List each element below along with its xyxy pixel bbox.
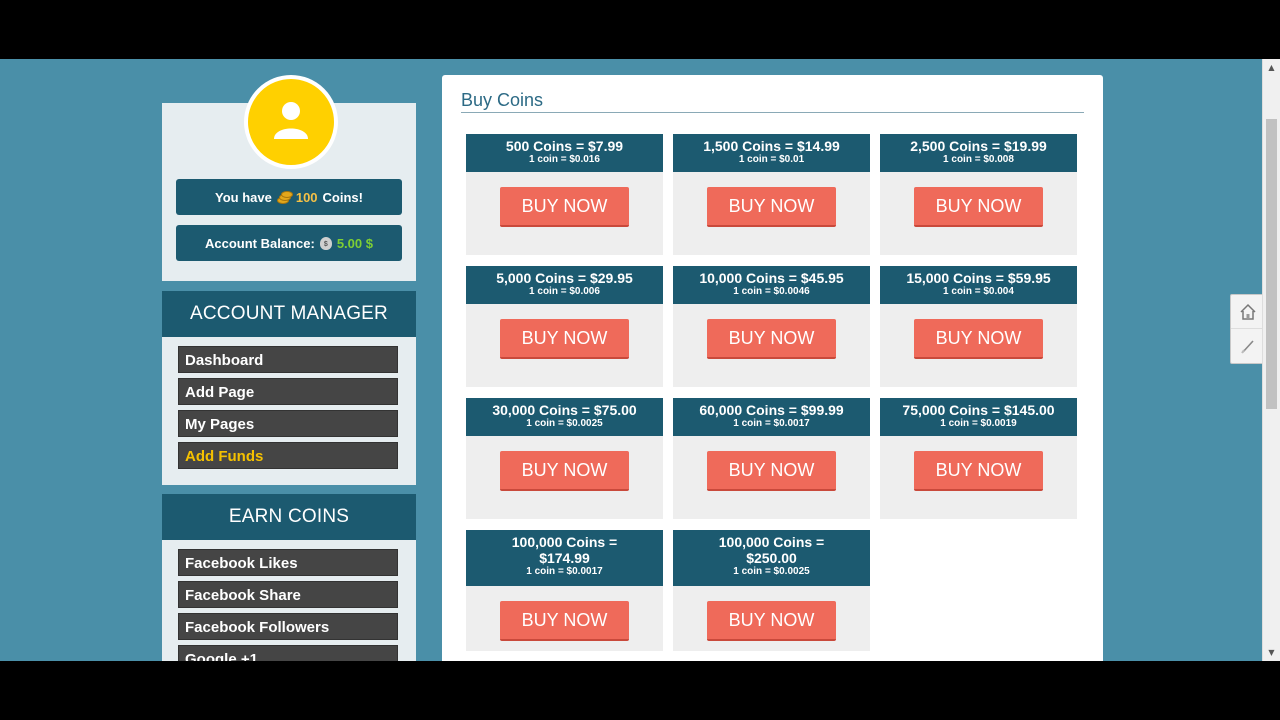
scroll-up-icon[interactable]: ▲	[1263, 59, 1280, 76]
coin-package: 5,000 Coins = $29.95 1 coin = $0.006 BUY…	[466, 266, 663, 387]
buy-now-button[interactable]: BUY NOW	[707, 319, 836, 359]
edit-icon[interactable]	[1231, 328, 1264, 362]
coin-package: 100,000 Coins = $250.00 1 coin = $0.0025…	[673, 530, 870, 651]
buy-coins-panel: Buy Coins 500 Coins = $7.99 1 coin = $0.…	[442, 75, 1103, 661]
buy-now-button[interactable]: BUY NOW	[707, 187, 836, 227]
buy-now-button[interactable]: BUY NOW	[500, 601, 629, 641]
account-manager-panel: ACCOUNT MANAGER Dashboard Add Page My Pa…	[162, 291, 416, 485]
menu-item-google-plus[interactable]: Google +1	[178, 645, 398, 661]
buy-now-button[interactable]: BUY NOW	[914, 451, 1043, 491]
package-title-line2: $174.99	[539, 550, 590, 566]
account-balance-pill: Account Balance: $ 5.00 $	[176, 225, 402, 261]
balance-value: 5.00 $	[336, 235, 373, 251]
menu-item-add-page[interactable]: Add Page	[178, 378, 398, 405]
menu-item-facebook-followers[interactable]: Facebook Followers	[178, 613, 398, 640]
coin-package: 1,500 Coins = $14.99 1 coin = $0.01 BUY …	[673, 134, 870, 255]
coins-prefix: You have	[215, 189, 272, 205]
page-viewport: You have 100 Coins! Account Balance: $ 5…	[0, 59, 1280, 661]
coin-package: 500 Coins = $7.99 1 coin = $0.016 BUY NO…	[466, 134, 663, 255]
coin-package: 2,500 Coins = $19.99 1 coin = $0.008 BUY…	[880, 134, 1077, 255]
buy-now-button[interactable]: BUY NOW	[707, 451, 836, 491]
menu-item-my-pages[interactable]: My Pages	[178, 410, 398, 437]
vertical-scrollbar[interactable]: ▲ ▼	[1262, 59, 1280, 661]
menu-item-add-funds[interactable]: Add Funds	[178, 442, 398, 469]
menu-item-facebook-likes[interactable]: Facebook Likes	[178, 549, 398, 576]
package-title: 15,000 Coins = $59.95	[906, 270, 1051, 286]
balance-label: Account Balance:	[205, 235, 315, 251]
package-rate: 1 coin = $0.0019	[940, 418, 1017, 429]
package-title: 75,000 Coins = $145.00	[902, 402, 1055, 418]
buy-now-button[interactable]: BUY NOW	[500, 187, 629, 227]
home-icon[interactable]	[1231, 295, 1264, 328]
package-rate: 1 coin = $0.016	[529, 154, 600, 165]
coin-package: 75,000 Coins = $145.00 1 coin = $0.0019 …	[880, 398, 1077, 519]
buy-now-button[interactable]: BUY NOW	[500, 319, 629, 359]
coins-balance-pill: You have 100 Coins!	[176, 179, 402, 215]
package-title: 60,000 Coins = $99.99	[699, 402, 844, 418]
package-title: 500 Coins = $7.99	[505, 138, 624, 154]
package-title: 30,000 Coins = $75.00	[492, 402, 637, 418]
package-title: 10,000 Coins = $45.95	[699, 270, 844, 286]
package-rate: 1 coin = $0.008	[943, 154, 1014, 165]
package-rate: 1 coin = $0.0046	[733, 286, 810, 297]
scroll-thumb[interactable]	[1266, 119, 1277, 409]
package-title: 2,500 Coins = $19.99	[910, 138, 1047, 154]
package-rate: 1 coin = $0.004	[943, 286, 1014, 297]
scroll-down-icon[interactable]: ▼	[1263, 644, 1280, 661]
side-widget	[1230, 294, 1265, 364]
account-manager-title: ACCOUNT MANAGER	[162, 291, 416, 337]
coin-package: 60,000 Coins = $99.99 1 coin = $0.0017 B…	[673, 398, 870, 519]
package-rate: 1 coin = $0.0025	[526, 418, 603, 429]
coin-package: 15,000 Coins = $59.95 1 coin = $0.004 BU…	[880, 266, 1077, 387]
menu-item-dashboard[interactable]: Dashboard	[178, 346, 398, 373]
package-rate: 1 coin = $0.0017	[526, 566, 603, 577]
package-title: 1,500 Coins = $14.99	[703, 138, 840, 154]
buy-now-button[interactable]: BUY NOW	[914, 187, 1043, 227]
package-title-line2: $250.00	[746, 550, 797, 566]
earn-coins-panel: EARN COINS Facebook Likes Facebook Share…	[162, 494, 416, 661]
coin-package: 10,000 Coins = $45.95 1 coin = $0.0046 B…	[673, 266, 870, 387]
page-title: Buy Coins	[461, 90, 544, 110]
package-rate: 1 coin = $0.006	[529, 286, 600, 297]
package-title-line1: 100,000 Coins =	[511, 534, 618, 550]
user-icon	[274, 102, 308, 139]
package-rate: 1 coin = $0.0025	[733, 566, 810, 577]
money-bag-icon: $	[319, 236, 332, 250]
buy-now-button[interactable]: BUY NOW	[500, 451, 629, 491]
avatar	[244, 75, 338, 169]
coins-count: 100	[295, 189, 318, 205]
coin-package: 30,000 Coins = $75.00 1 coin = $0.0025 B…	[466, 398, 663, 519]
package-rate: 1 coin = $0.01	[738, 154, 805, 165]
earn-coins-title: EARN COINS	[162, 494, 416, 540]
menu-item-facebook-share[interactable]: Facebook Share	[178, 581, 398, 608]
buy-now-button[interactable]: BUY NOW	[707, 601, 836, 641]
title-divider	[461, 112, 1084, 113]
package-rate: 1 coin = $0.0017	[733, 418, 810, 429]
package-title-line1: 100,000 Coins =	[718, 534, 825, 550]
coin-package: 100,000 Coins = $174.99 1 coin = $0.0017…	[466, 530, 663, 651]
coins-icon	[276, 191, 293, 204]
buy-now-button[interactable]: BUY NOW	[914, 319, 1043, 359]
coins-suffix: Coins!	[322, 189, 363, 205]
package-title: 5,000 Coins = $29.95	[496, 270, 633, 286]
